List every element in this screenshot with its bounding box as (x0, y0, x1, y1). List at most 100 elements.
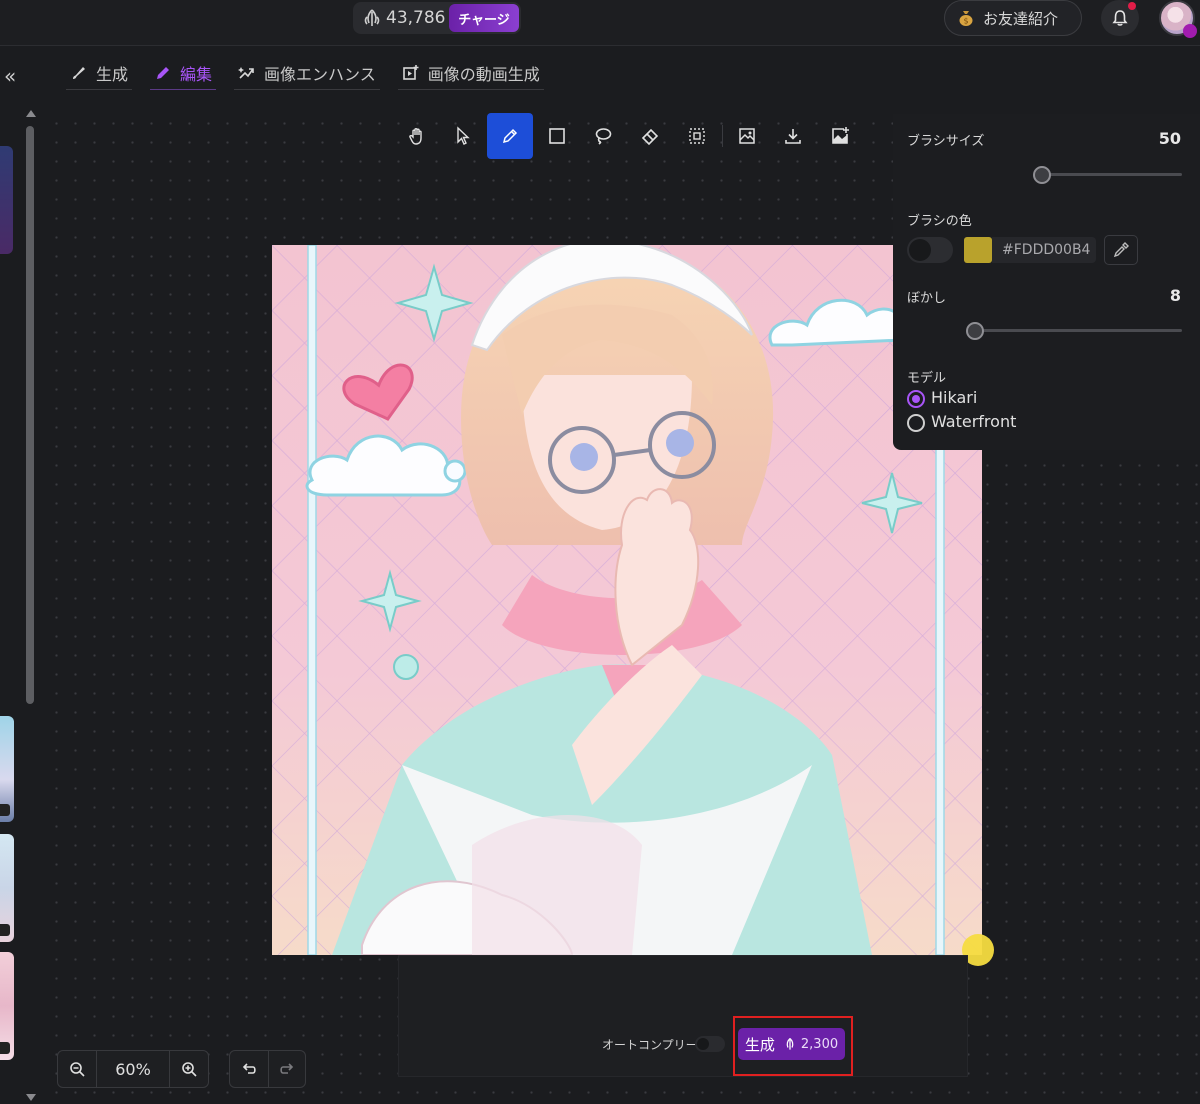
copy-icon[interactable] (0, 924, 10, 936)
image-tool[interactable] (724, 113, 769, 159)
zoom-control: 60% (57, 1050, 209, 1088)
zoom-out-icon (70, 1062, 85, 1077)
leaf-icon (364, 9, 380, 26)
pencil-icon (157, 66, 170, 79)
model-label: モデル (907, 371, 947, 386)
autocomplete-label: オートコンプリート (602, 1038, 710, 1052)
brush-color-swatch[interactable] (964, 237, 992, 263)
model-option-label[interactable]: Waterfront (931, 412, 1016, 431)
rectangle-tool[interactable] (534, 113, 579, 159)
generate-button[interactable]: 生成 2,300 (738, 1028, 845, 1060)
svg-text:$: $ (963, 17, 968, 26)
hand-tool[interactable] (394, 113, 439, 159)
autocomplete-toggle[interactable] (695, 1036, 725, 1052)
model-radio-hikari[interactable] (907, 390, 925, 408)
brush-size-value: 50 (1158, 129, 1181, 148)
eraser-icon (641, 128, 659, 146)
sidebar-scrollbar[interactable] (26, 126, 34, 704)
model-option-label[interactable]: Hikari (931, 388, 977, 407)
collapse-sidebar-icon[interactable]: « (4, 66, 24, 88)
select-frame-icon (689, 128, 705, 144)
premium-badge-icon (1183, 24, 1197, 38)
tab-label: 生成 (96, 64, 129, 84)
eyedropper-icon (1113, 242, 1129, 258)
redo-button[interactable] (267, 1051, 306, 1087)
add-image-icon (832, 127, 849, 144)
rectangle-icon (548, 128, 565, 144)
brush-color-toggle[interactable] (907, 237, 953, 263)
zoom-out-button[interactable] (58, 1051, 96, 1087)
invite-label: お友達紹介 (983, 9, 1059, 28)
scroll-up-icon[interactable] (26, 110, 36, 117)
mode-tabs: 生成 編集 画像エンハンス 画像の動画生成 (66, 56, 562, 92)
history-thumbnail[interactable] (0, 716, 14, 822)
model-radio-waterfront[interactable] (907, 414, 925, 432)
lasso-icon (596, 128, 612, 145)
invite-friend-button[interactable]: $ お友達紹介 (944, 0, 1082, 36)
image-icon (738, 128, 755, 144)
add-image-tool[interactable] (817, 113, 862, 159)
enhance-icon (238, 66, 254, 79)
history-thumbnail[interactable] (0, 952, 14, 1060)
copy-icon[interactable] (0, 1042, 10, 1054)
history-control (229, 1050, 306, 1088)
blur-value: 8 (1169, 286, 1181, 305)
charge-button[interactable]: チャージ (449, 4, 519, 32)
notification-dot (1128, 2, 1136, 10)
credit-count: 43,786 (386, 8, 446, 28)
eyedropper-button[interactable] (1104, 235, 1138, 265)
undo-icon (242, 1063, 256, 1074)
blur-slider-handle[interactable] (966, 322, 984, 340)
tab-label: 画像の動画生成 (427, 64, 540, 84)
download-tool[interactable] (771, 113, 816, 159)
pointer-tool[interactable] (441, 113, 486, 159)
scroll-down-icon[interactable] (26, 1094, 36, 1101)
top-bar: 43,786 チャージ $ お友達紹介 (0, 0, 1200, 46)
tab-generate[interactable]: 生成 (66, 56, 133, 90)
generate-label: 生成 (744, 1035, 775, 1054)
blur-slider[interactable] (973, 329, 1182, 332)
zoom-level[interactable]: 60% (96, 1051, 170, 1087)
notification-button[interactable] (1101, 0, 1139, 36)
video-generate-icon (402, 64, 419, 80)
tab-enhance[interactable]: 画像エンハンス (234, 56, 380, 90)
anime-illustration (272, 245, 982, 955)
edit-toolbar (394, 112, 864, 160)
toolbar-divider (721, 125, 723, 147)
edited-image[interactable] (272, 245, 982, 955)
redo-icon (280, 1063, 293, 1074)
brush-icon (73, 66, 85, 79)
pointer-icon (457, 126, 471, 145)
copy-icon[interactable] (0, 804, 10, 816)
bell-icon (1112, 10, 1128, 26)
leaf-icon (786, 1037, 794, 1050)
brush-settings-panel: ブラシサイズ 50 ブラシの色 #FDDD00B4 ぼかし 8 モデル Hika… (893, 114, 1200, 450)
user-avatar[interactable] (1159, 0, 1197, 38)
toggle-knob (697, 1038, 709, 1050)
eraser-tool[interactable] (628, 113, 673, 159)
undo-button[interactable] (230, 1051, 268, 1087)
brush-size-slider-handle[interactable] (1033, 166, 1052, 184)
brush-color-hex-input[interactable]: #FDDD00B4 (992, 237, 1096, 263)
toggle-knob (909, 239, 931, 261)
lasso-tool[interactable] (581, 113, 626, 159)
credit-balance: 43,786 チャージ (353, 2, 521, 34)
prompt-panel: オートコンプリート (398, 955, 968, 1077)
tab-label: 編集 (180, 64, 213, 84)
tab-edit[interactable]: 編集 (150, 56, 217, 90)
generate-cost: 2,300 (800, 1036, 839, 1052)
download-icon (785, 129, 802, 144)
blur-label: ぼかし (907, 291, 947, 306)
tab-video-generate[interactable]: 画像の動画生成 (397, 56, 544, 90)
brush-size-label: ブラシサイズ (907, 134, 985, 149)
pen-icon (502, 128, 518, 144)
sidebar-panel-edge[interactable] (0, 146, 13, 254)
brush-color-label: ブラシの色 (907, 214, 972, 229)
brush-size-slider[interactable] (1035, 173, 1182, 176)
history-thumbnail[interactable] (0, 834, 14, 942)
select-frame-tool[interactable] (674, 113, 719, 159)
money-bag-icon: $ (959, 11, 973, 26)
pen-tool[interactable] (487, 113, 533, 159)
zoom-in-button[interactable] (170, 1051, 208, 1087)
hand-icon (408, 128, 422, 145)
